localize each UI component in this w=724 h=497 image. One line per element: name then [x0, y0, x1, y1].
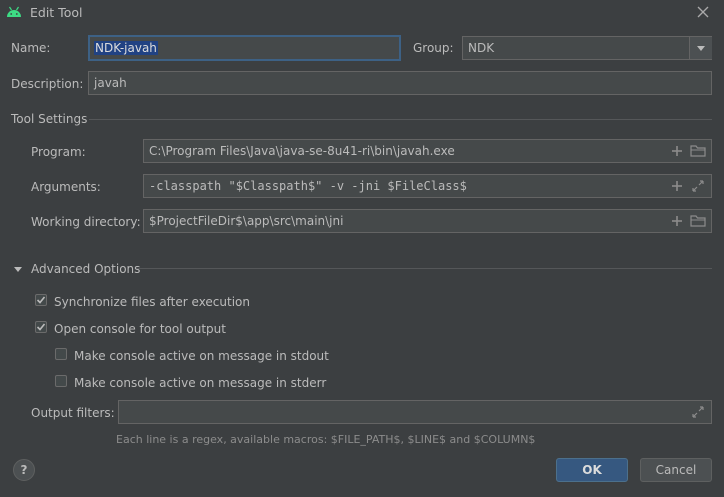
- active-stderr-label: Make console active on message in stderr: [74, 376, 327, 390]
- help-button[interactable]: ?: [13, 459, 35, 481]
- program-field[interactable]: C:\Program Files\Java\java-se-8u41-ri\bi…: [143, 139, 712, 163]
- group-label: Group:: [413, 41, 454, 55]
- name-label: Name:: [11, 41, 51, 55]
- checkmark-icon: [36, 323, 46, 331]
- description-field[interactable]: javah: [88, 71, 712, 95]
- working-directory-field[interactable]: $ProjectFileDir$\app\src\main\jni: [143, 209, 712, 233]
- arguments-label: Arguments:: [31, 180, 101, 194]
- tool-settings-header: Tool Settings: [11, 112, 88, 126]
- program-value: C:\Program Files\Java\java-se-8u41-ri\bi…: [149, 144, 455, 158]
- close-icon[interactable]: [696, 5, 710, 19]
- open-console-checkbox[interactable]: [35, 321, 47, 333]
- advanced-options-divider: [137, 268, 712, 269]
- title-bar: [0, 0, 724, 26]
- android-icon: [7, 6, 21, 17]
- program-label: Program:: [31, 145, 86, 159]
- chevron-down-icon: [697, 46, 705, 51]
- output-filters-hint: Each line is a regex, available macros: …: [116, 433, 536, 446]
- active-stdout-label: Make console active on message in stdout: [74, 349, 329, 363]
- sync-files-label: Synchronize files after execution: [54, 295, 250, 309]
- working-directory-label: Working directory:: [31, 215, 141, 229]
- output-filters-field[interactable]: [118, 400, 712, 424]
- active-stdout-checkbox[interactable]: [55, 348, 67, 360]
- name-field[interactable]: NDK-javah: [88, 35, 401, 61]
- insert-macro-icon[interactable]: [669, 178, 685, 194]
- ok-button[interactable]: OK: [556, 458, 628, 482]
- name-value: NDK-javah: [94, 41, 158, 55]
- open-console-label: Open console for tool output: [54, 322, 226, 336]
- insert-macro-icon[interactable]: [669, 213, 685, 229]
- arguments-field[interactable]: -classpath "$Classpath$" -v -jni $FileCl…: [143, 174, 712, 198]
- folder-icon[interactable]: [690, 143, 706, 159]
- group-dropdown-button[interactable]: [689, 37, 712, 59]
- tool-settings-divider: [89, 119, 712, 120]
- advanced-options-header[interactable]: Advanced Options: [31, 262, 140, 276]
- collapse-triangle-icon[interactable]: [12, 263, 24, 275]
- active-stderr-checkbox[interactable]: [55, 375, 67, 387]
- cancel-button[interactable]: Cancel: [640, 458, 712, 482]
- output-filters-label: Output filters:: [31, 406, 115, 420]
- working-directory-value: $ProjectFileDir$\app\src\main\jni: [149, 214, 344, 228]
- arguments-value: -classpath "$Classpath$" -v -jni $FileCl…: [149, 179, 467, 193]
- description-label: Description:: [11, 77, 84, 91]
- description-value: javah: [94, 76, 127, 90]
- insert-macro-icon[interactable]: [669, 143, 685, 159]
- expand-icon[interactable]: [690, 178, 706, 194]
- group-value: NDK: [468, 41, 495, 55]
- expand-icon[interactable]: [690, 404, 706, 420]
- window-title: Edit Tool: [30, 5, 83, 20]
- group-combobox[interactable]: NDK: [462, 36, 712, 60]
- folder-icon[interactable]: [690, 213, 706, 229]
- sync-files-checkbox[interactable]: [35, 294, 47, 306]
- checkmark-icon: [36, 296, 46, 304]
